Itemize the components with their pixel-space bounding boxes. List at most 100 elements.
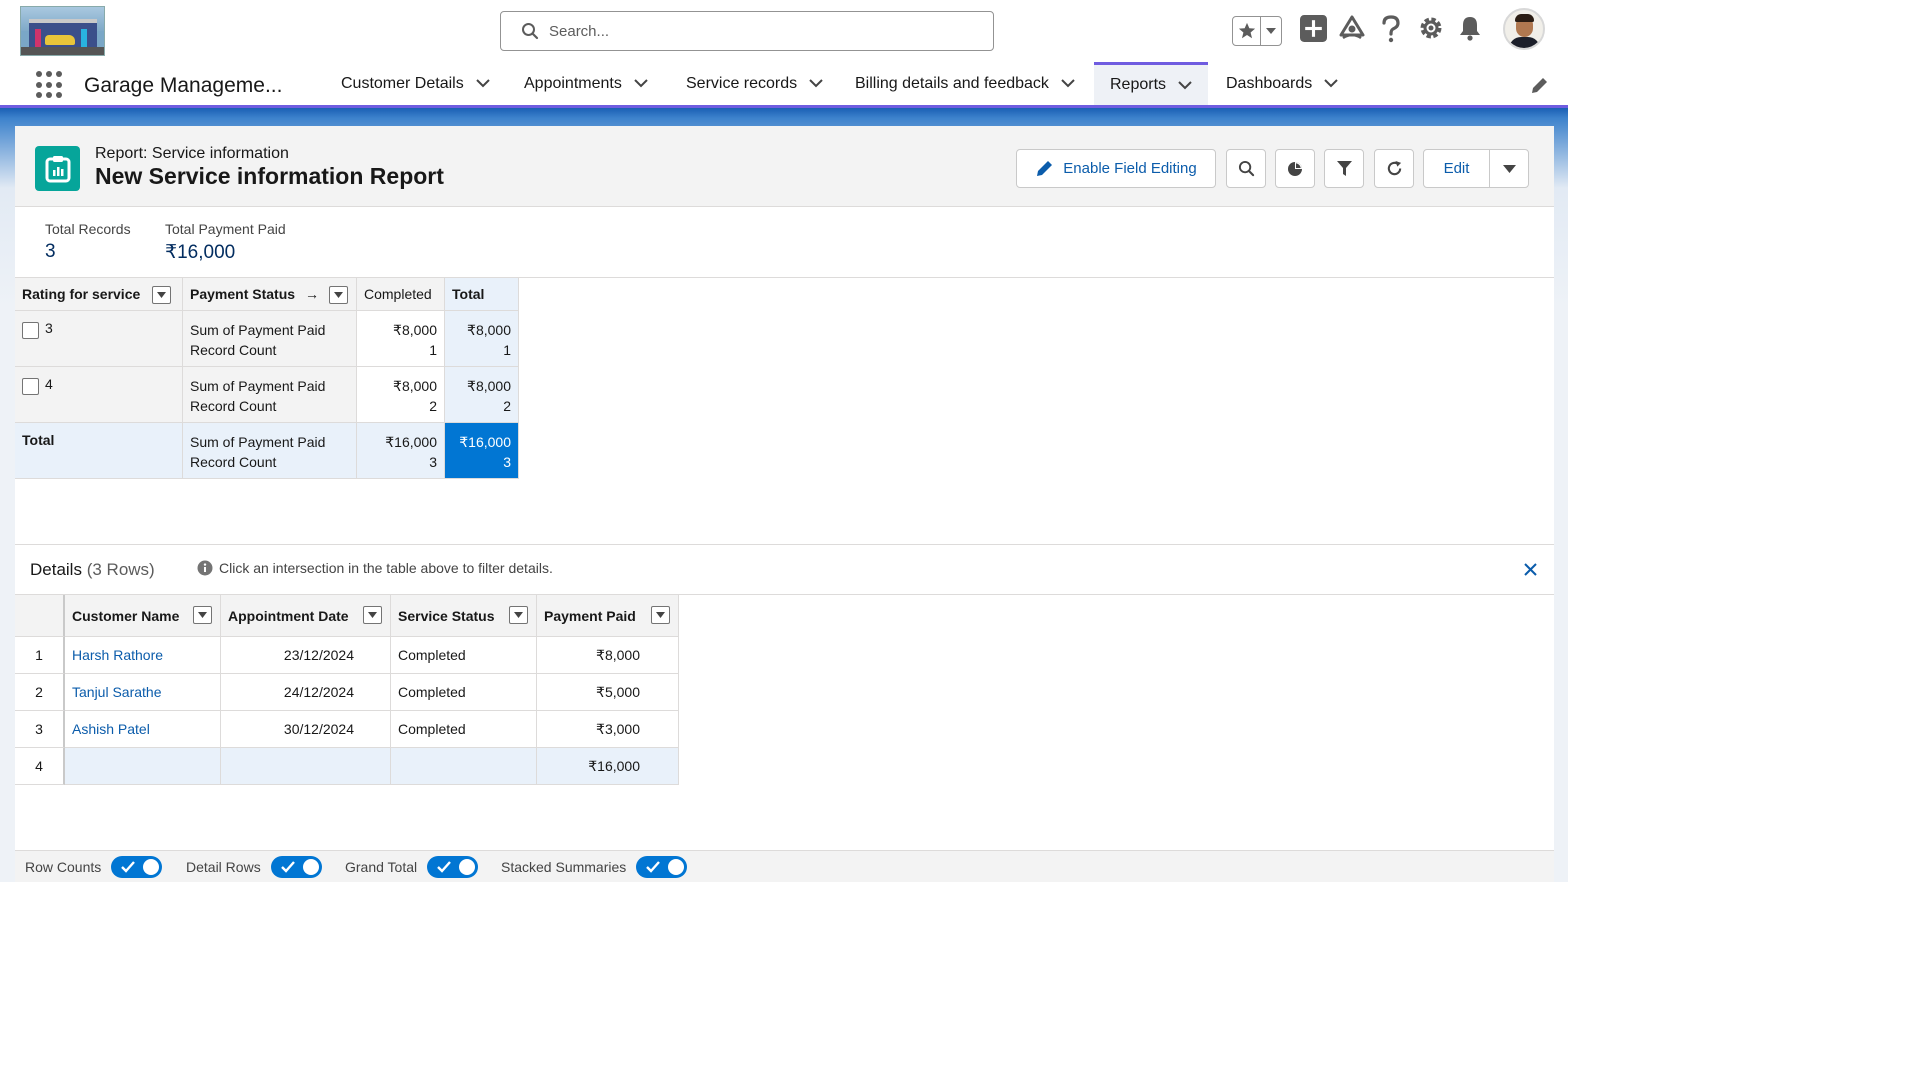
- details-hint-text: Click an intersection in the table above…: [219, 560, 553, 576]
- nav-tab-service-records[interactable]: Service records: [686, 62, 823, 105]
- nav-tab-label: Service records: [686, 74, 798, 92]
- notification-bell-icon[interactable]: [1458, 15, 1482, 41]
- row-number: 2: [15, 674, 65, 711]
- chevron-down-icon[interactable]: [475, 79, 490, 88]
- search-input[interactable]: [549, 22, 949, 40]
- column-header-appointment-date[interactable]: Appointment Date: [221, 595, 391, 637]
- toggle-row-counts[interactable]: Row Counts: [25, 856, 163, 878]
- close-icon[interactable]: [1524, 563, 1537, 581]
- matrix-col-group-label: Payment Status: [190, 286, 296, 302]
- summary-cell: [221, 748, 391, 785]
- details-hint: Click an intersection in the table above…: [197, 560, 553, 576]
- toggle-label: Row Counts: [25, 859, 102, 875]
- details-title-label: Details: [30, 560, 82, 579]
- customer-name-link[interactable]: Ashish Patel: [65, 711, 221, 748]
- matrix-sum-value: ₹16,000: [459, 434, 511, 450]
- column-menu-icon[interactable]: [363, 606, 382, 624]
- search-report-button[interactable]: [1226, 149, 1266, 188]
- matrix-row-group-header: Rating for service: [15, 278, 183, 311]
- matrix-cell[interactable]: ₹8,000 2: [445, 367, 519, 423]
- trailhead-icon[interactable]: [1339, 15, 1365, 41]
- chevron-down-icon[interactable]: [1061, 79, 1075, 88]
- report-header: Report: Service information New Service …: [15, 126, 1554, 207]
- matrix-grand-total-cell[interactable]: ₹16,000 3: [445, 423, 519, 479]
- search-icon: [522, 23, 539, 40]
- toggle-switch[interactable]: [636, 856, 688, 878]
- setup-gear-icon[interactable]: [1418, 15, 1444, 41]
- global-search[interactable]: [500, 11, 994, 51]
- app-name: Garage Manageme...: [84, 74, 283, 97]
- service-status-cell: Completed: [391, 711, 537, 748]
- nav-tab-reports[interactable]: Reports: [1094, 62, 1209, 105]
- column-menu-icon[interactable]: [328, 286, 348, 305]
- matrix-count-value: 2: [429, 398, 437, 414]
- matrix-cell[interactable]: ₹16,000 3: [357, 423, 445, 479]
- nav-tab-customer-details[interactable]: Customer Details: [341, 62, 490, 105]
- toggle-switch[interactable]: [111, 856, 163, 878]
- chevron-down-icon[interactable]: [809, 79, 823, 88]
- enable-field-editing-button[interactable]: Enable Field Editing: [1016, 149, 1216, 188]
- add-icon[interactable]: [1300, 15, 1327, 42]
- total-payment-value: ₹16,000: [165, 242, 236, 263]
- column-header-service-status[interactable]: Service Status: [391, 595, 537, 637]
- column-menu-icon[interactable]: [152, 286, 172, 305]
- chevron-down-icon[interactable]: [634, 79, 648, 88]
- customer-name-link[interactable]: Harsh Rathore: [65, 637, 221, 674]
- row-checkbox[interactable]: [22, 322, 39, 339]
- check-icon: [121, 861, 136, 873]
- filters-button[interactable]: [1324, 149, 1364, 188]
- edit-button[interactable]: Edit: [1424, 150, 1490, 187]
- measure-count-label: Record Count: [190, 342, 277, 358]
- measure-sum-label: Sum of Payment Paid: [190, 378, 326, 394]
- column-menu-icon[interactable]: [651, 606, 670, 624]
- row-number: 3: [15, 711, 65, 748]
- favorites-dropdown-icon[interactable]: [1261, 17, 1281, 45]
- nav-tab-billing-details[interactable]: Billing details and feedback: [855, 62, 1075, 105]
- app-launcher-icon[interactable]: [36, 71, 64, 99]
- column-header-customer-name[interactable]: Customer Name: [65, 595, 221, 637]
- toggle-grand-total[interactable]: Grand Total: [345, 856, 479, 878]
- chevron-down-icon[interactable]: [1178, 80, 1192, 90]
- toggle-switch[interactable]: [270, 856, 322, 878]
- measure-sum-label: Sum of Payment Paid: [190, 322, 326, 338]
- help-icon[interactable]: [1381, 15, 1401, 43]
- favorites-button[interactable]: [1232, 16, 1282, 46]
- refresh-button[interactable]: [1374, 149, 1414, 188]
- toggle-stacked-summaries[interactable]: Stacked Summaries: [501, 856, 688, 878]
- report-card: Report: Service information New Service …: [15, 126, 1554, 882]
- matrix-sum-value: ₹8,000: [467, 322, 511, 338]
- divider: [15, 544, 1554, 545]
- matrix-cell[interactable]: ₹8,000 1: [445, 311, 519, 367]
- arrow-right-icon: →: [304, 286, 319, 302]
- star-icon[interactable]: [1233, 17, 1261, 45]
- matrix-cell[interactable]: ₹8,000 2: [357, 367, 445, 423]
- measure-count-label: Record Count: [190, 398, 277, 414]
- matrix-cell[interactable]: ₹8,000 1: [357, 311, 445, 367]
- org-logo[interactable]: [20, 6, 105, 56]
- row-checkbox[interactable]: [22, 378, 39, 395]
- matrix-count-value: 2: [503, 398, 511, 414]
- column-header-label: Customer Name: [72, 608, 180, 624]
- column-header-label: Payment Paid: [544, 608, 636, 624]
- column-menu-icon[interactable]: [509, 606, 528, 624]
- toggle-switch[interactable]: [427, 856, 479, 878]
- customer-name-link[interactable]: Tanjul Sarathe: [65, 674, 221, 711]
- matrix-measure-labels: Sum of Payment Paid Record Count: [183, 367, 357, 423]
- edit-nav-pencil-icon[interactable]: [1530, 77, 1548, 100]
- user-avatar[interactable]: [1503, 8, 1545, 50]
- column-header-payment-paid[interactable]: Payment Paid: [537, 595, 679, 637]
- report-title: New Service information Report: [95, 163, 444, 189]
- report-type-label: Report: Service information: [95, 145, 289, 162]
- toggle-detail-rows[interactable]: Detail Rows: [186, 856, 322, 878]
- add-chart-button[interactable]: [1275, 149, 1315, 188]
- matrix-sum-value: ₹16,000: [385, 434, 437, 450]
- matrix-count-value: 3: [429, 454, 437, 470]
- column-menu-icon[interactable]: [193, 606, 212, 624]
- nav-tab-appointments[interactable]: Appointments: [524, 62, 648, 105]
- nav-tab-dashboards[interactable]: Dashboards: [1226, 62, 1338, 105]
- chevron-down-icon[interactable]: [1490, 150, 1528, 187]
- matrix-row-group: 3: [15, 311, 183, 367]
- edit-button-group[interactable]: Edit: [1423, 149, 1529, 188]
- chevron-down-icon[interactable]: [1324, 79, 1338, 88]
- filter-icon: [1336, 160, 1352, 176]
